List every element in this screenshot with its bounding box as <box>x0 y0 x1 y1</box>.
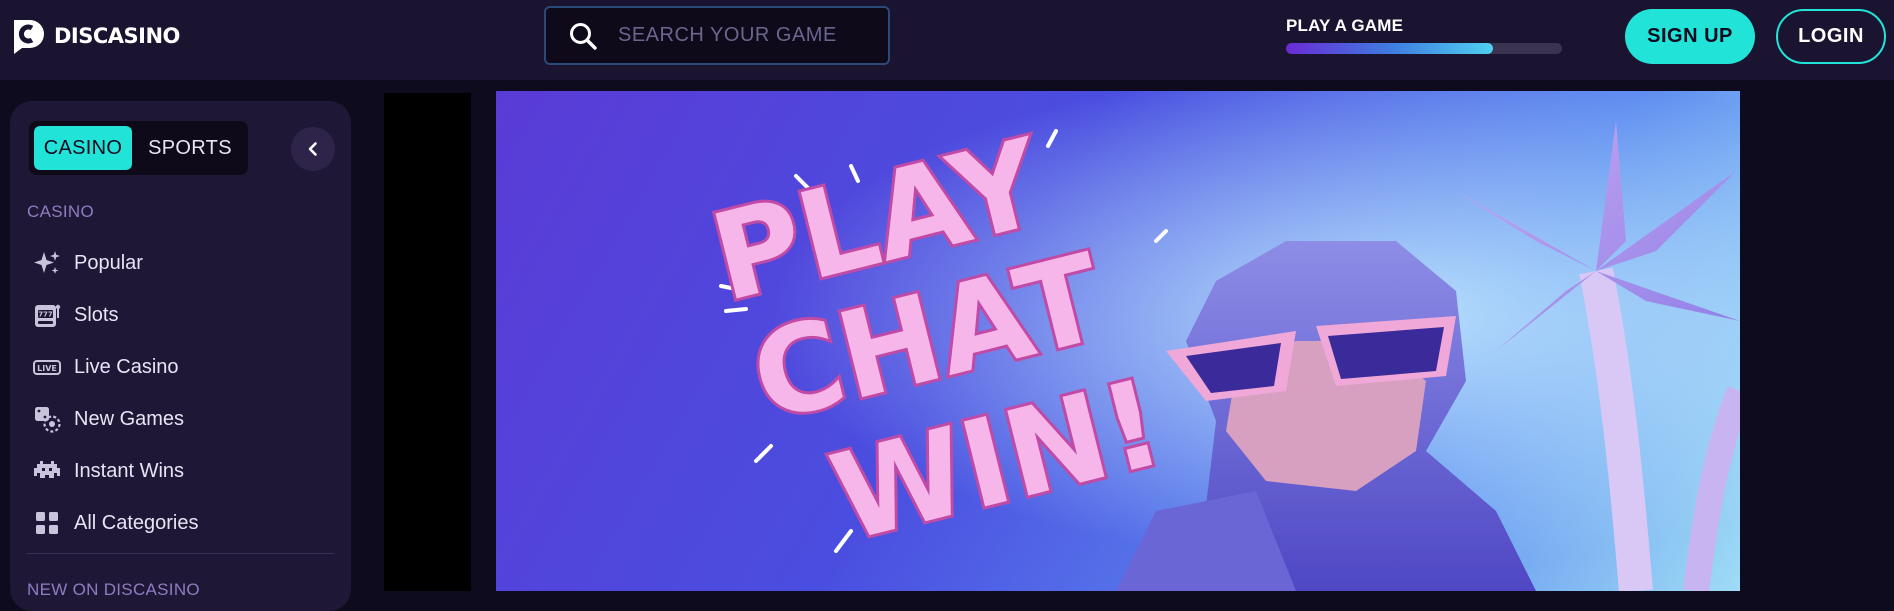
sparkles-icon <box>32 248 62 278</box>
live-badge-icon: LIVE <box>32 352 62 382</box>
progress-label: PLAY A GAME <box>1286 16 1404 35</box>
casino-sports-switch: CASINO SPORTS <box>29 121 248 175</box>
hero-banner[interactable]: PLAY CHAT WIN! <box>496 91 1740 591</box>
tab-sports[interactable]: SPORTS <box>138 126 242 170</box>
discasino-logo[interactable]: DISCASINO <box>10 16 180 56</box>
sign-up-button[interactable]: SIGN UP <box>1625 9 1755 64</box>
sidebar-divider <box>27 553 334 554</box>
top-header: DISCASINO PLAY A GAME SIGN UP LOGIN <box>0 0 1894 80</box>
section-title-casino: CASINO <box>27 202 94 221</box>
sidebar-item-label: Instant Wins <box>74 459 185 482</box>
sidebar: CASINO SPORTS CASINO Popular 777 Slots L… <box>10 101 351 611</box>
progress-track <box>1286 43 1562 54</box>
sidebar-item-label: All Categories <box>74 511 199 534</box>
sidebar-item-all-categories[interactable]: All Categories <box>32 497 332 549</box>
casino-nav-list: Popular 777 Slots LIVE Live Casino New G… <box>32 237 332 549</box>
sidebar-item-label: New Games <box>74 407 185 430</box>
sidebar-item-label: Slots <box>74 303 119 326</box>
svg-text:LIVE: LIVE <box>37 364 57 373</box>
search-box[interactable] <box>544 6 890 65</box>
search-icon <box>570 22 597 50</box>
section-title-new-on-discasino: NEW ON DISCASINO <box>27 580 200 599</box>
svg-text:777: 777 <box>38 311 53 319</box>
slot-machine-icon: 777 <box>32 300 62 330</box>
search-input[interactable] <box>618 24 878 47</box>
sidebar-item-label: Popular <box>74 251 143 274</box>
sidebar-item-popular[interactable]: Popular <box>32 237 332 289</box>
sidebar-item-new-games[interactable]: New Games <box>32 393 332 445</box>
login-button[interactable]: LOGIN <box>1776 9 1886 64</box>
logo-text: DISCASINO <box>54 24 180 48</box>
discasino-logo-icon <box>14 20 44 54</box>
grid-icon <box>32 508 62 538</box>
progress-fill <box>1286 43 1493 54</box>
sidebar-item-slots[interactable]: 777 Slots <box>32 289 332 341</box>
sidebar-item-label: Live Casino <box>74 355 179 378</box>
hero-banner-artwork: PLAY CHAT WIN! <box>496 91 1740 591</box>
chevron-left-icon <box>308 142 317 156</box>
dice-icon <box>32 404 62 434</box>
carousel-prev-slide[interactable] <box>384 93 471 591</box>
sidebar-item-instant-wins[interactable]: Instant Wins <box>32 445 332 497</box>
play-progress: PLAY A GAME <box>1286 16 1562 54</box>
sidebar-item-live-casino[interactable]: LIVE Live Casino <box>32 341 332 393</box>
tab-casino[interactable]: CASINO <box>34 126 132 170</box>
space-invader-icon <box>32 456 62 486</box>
collapse-sidebar-button[interactable] <box>291 127 335 171</box>
